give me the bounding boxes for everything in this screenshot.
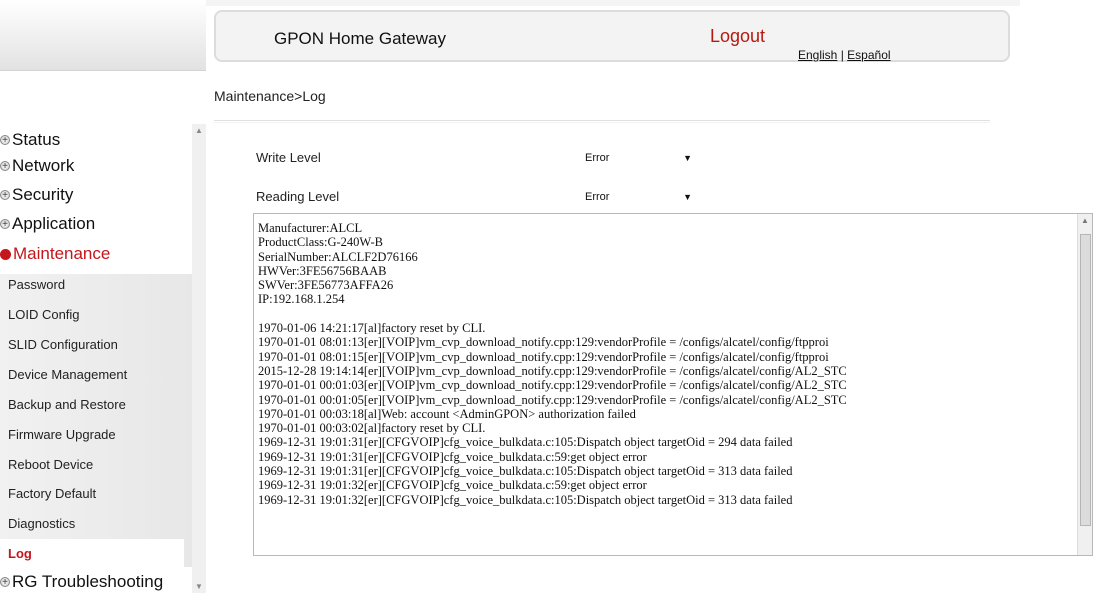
sidebar-item-slid-configuration[interactable]: SLID Configuration: [8, 330, 192, 358]
scroll-up-icon[interactable]: ▲: [195, 126, 203, 135]
section-label: Network: [12, 156, 75, 175]
scroll-down-icon[interactable]: ▼: [195, 582, 203, 591]
section-label: RG Troubleshooting: [12, 572, 164, 591]
expand-plus-icon: +: [0, 219, 10, 230]
language-switch: English | Español: [798, 48, 891, 62]
expand-plus-icon: +: [0, 577, 10, 588]
sidebar-item-device-management[interactable]: Device Management: [8, 360, 192, 388]
expand-plus-icon: +: [0, 161, 10, 172]
expand-plus-icon: +: [0, 190, 10, 201]
divider-shadow: [214, 122, 990, 123]
dropdown-arrow-icon: ▼: [683, 192, 692, 202]
language-separator: |: [840, 48, 844, 62]
sidebar-header: [0, 0, 206, 71]
sidebar-item-diagnostics[interactable]: Diagnostics: [8, 509, 192, 537]
log-textarea[interactable]: Manufacturer:ALCL ProductClass:G-240W-B …: [253, 213, 1093, 556]
english-link[interactable]: English: [798, 48, 837, 62]
sidebar-item-loid-config[interactable]: LOID Config: [8, 300, 192, 328]
sidebar-section-rg-troubleshooting[interactable]: + RG Troubleshooting: [0, 569, 163, 595]
app-title: GPON Home Gateway: [274, 29, 446, 48]
logout-link[interactable]: Logout: [710, 26, 765, 47]
top-strip: [206, 0, 1020, 6]
sidebar-scrollbar[interactable]: ▲ ▼: [192, 124, 206, 593]
divider: [214, 120, 990, 121]
log-content: Manufacturer:ALCL ProductClass:G-240W-B …: [258, 221, 847, 507]
spanish-link[interactable]: Español: [847, 48, 890, 62]
header-bar: GPON Home Gateway Logout English | Españ…: [214, 10, 1010, 62]
expand-plus-icon: +: [0, 135, 10, 146]
sidebar-section-maintenance[interactable]: Maintenance: [0, 241, 110, 267]
sidebar-section-application[interactable]: + Application: [0, 211, 95, 237]
reading-level-select[interactable]: Error ▼: [582, 188, 696, 206]
select-value: Error: [585, 191, 610, 203]
breadcrumb: Maintenance>Log: [214, 88, 326, 104]
dropdown-arrow-icon: ▼: [683, 153, 692, 163]
section-label: Maintenance: [13, 244, 111, 263]
sidebar-item-factory-default[interactable]: Factory Default: [8, 479, 192, 507]
section-label: Application: [12, 214, 96, 233]
sidebar-section-status[interactable]: + Status: [0, 127, 60, 153]
scroll-thumb[interactable]: [1080, 234, 1091, 526]
collapse-minus-icon: [0, 248, 11, 260]
write-level-label: Write Level: [256, 150, 321, 165]
write-level-select[interactable]: Error ▼: [582, 149, 696, 167]
section-label: Security: [12, 185, 74, 204]
sidebar-nav: + Status + Network + Security + Applicat…: [0, 124, 206, 593]
sidebar-section-network[interactable]: + Network: [0, 153, 74, 179]
sidebar-section-security[interactable]: + Security: [0, 182, 73, 208]
sidebar-item-backup-and-restore[interactable]: Backup and Restore: [8, 390, 192, 418]
select-value: Error: [585, 152, 610, 164]
reading-level-label: Reading Level: [256, 189, 340, 204]
sidebar-item-log[interactable]: Log: [0, 539, 184, 567]
section-label: Status: [12, 130, 61, 149]
scroll-up-icon[interactable]: ▲: [1081, 216, 1089, 225]
log-scrollbar[interactable]: ▲: [1077, 214, 1092, 555]
sidebar-item-reboot-device[interactable]: Reboot Device: [8, 450, 192, 478]
sidebar-item-password[interactable]: Password: [8, 270, 192, 298]
sidebar-item-firmware-upgrade[interactable]: Firmware Upgrade: [8, 420, 192, 448]
